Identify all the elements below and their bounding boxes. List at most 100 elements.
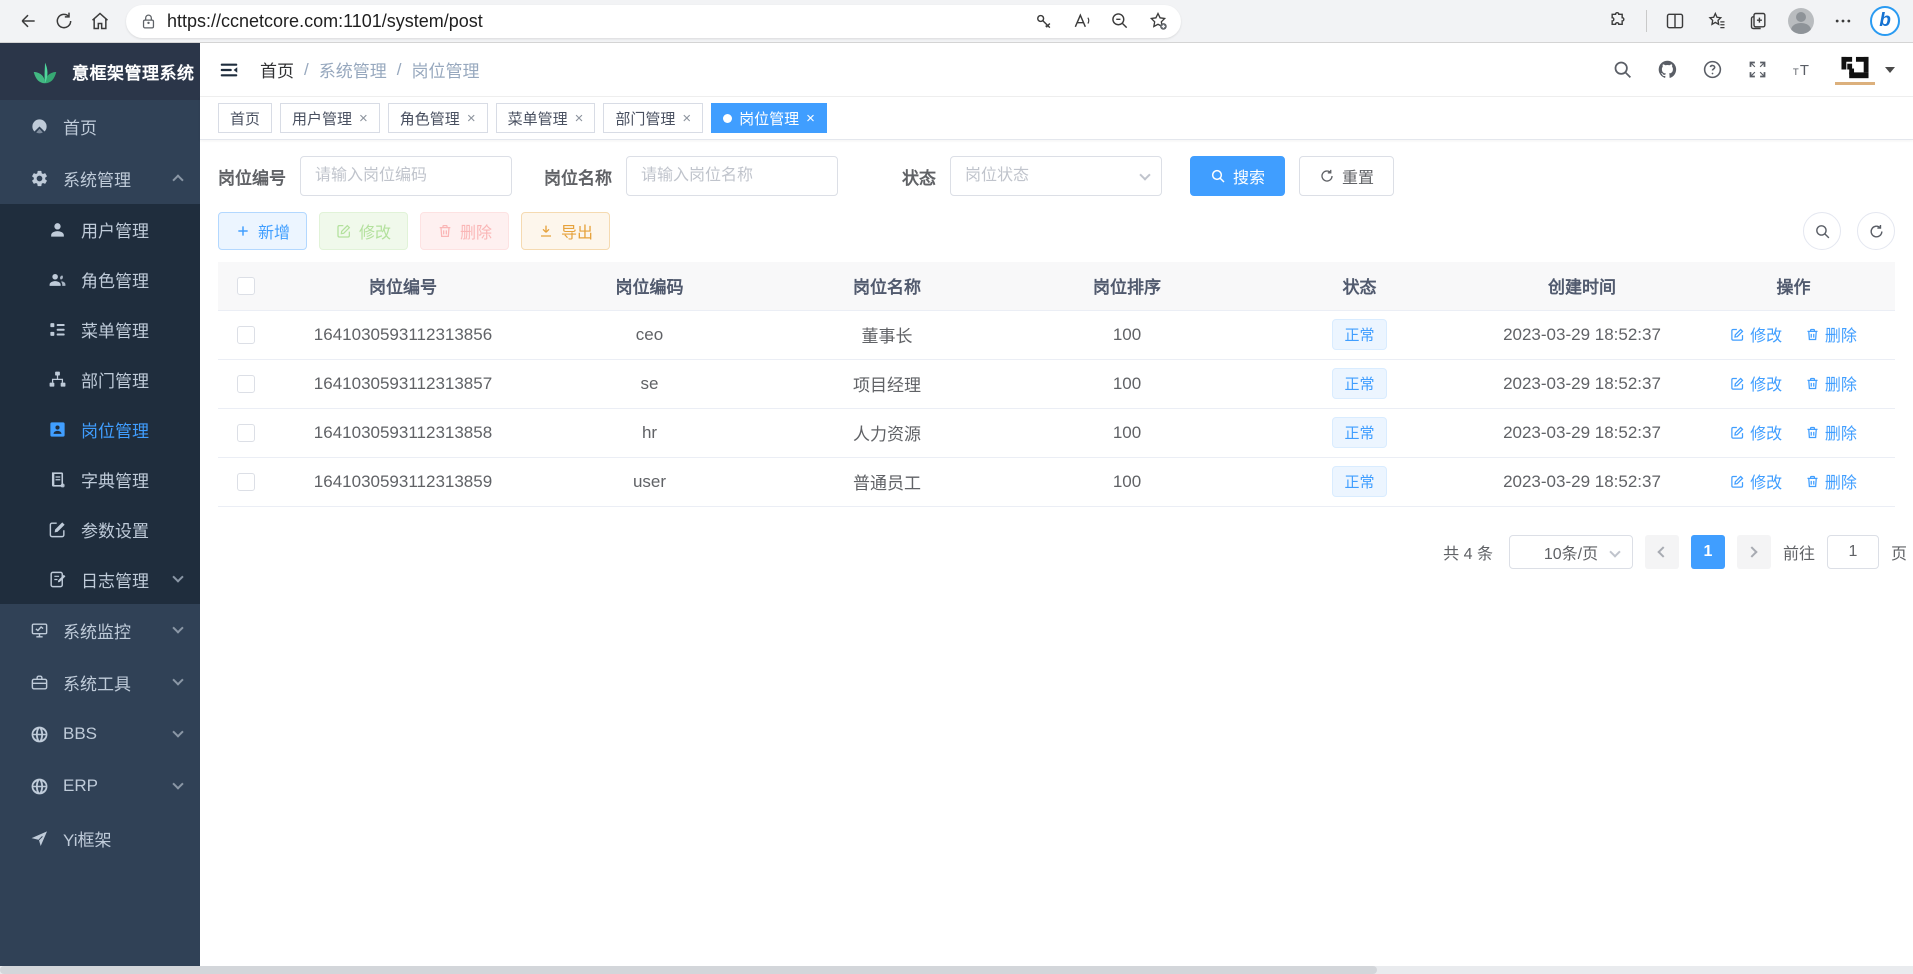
- row-edit-link[interactable]: 修改: [1730, 322, 1782, 346]
- row-edit-link[interactable]: 修改: [1730, 371, 1782, 395]
- page-size-select[interactable]: 10条/页: [1509, 535, 1633, 569]
- row-checkbox[interactable]: [237, 375, 255, 393]
- app-logo[interactable]: 意框架管理系统: [0, 43, 200, 100]
- sidebar-item-role-management[interactable]: 角色管理: [0, 254, 200, 304]
- sidebar-item-dict-management[interactable]: 字典管理: [0, 454, 200, 504]
- user-avatar-menu[interactable]: [1837, 55, 1895, 85]
- prev-page-button[interactable]: [1645, 535, 1679, 569]
- browser-back-button[interactable]: [10, 4, 46, 38]
- sidebar-item-department-management[interactable]: 部门管理: [0, 354, 200, 404]
- fullscreen-icon[interactable]: [1747, 59, 1768, 80]
- split-screen-icon[interactable]: [1657, 4, 1693, 38]
- close-icon[interactable]: ×: [467, 111, 476, 126]
- tree-menu-icon: [48, 320, 67, 339]
- row-delete-link[interactable]: 删除: [1805, 420, 1857, 444]
- close-icon[interactable]: ×: [359, 111, 368, 126]
- tab-menu-management[interactable]: 菜单管理 ×: [496, 103, 596, 133]
- row-checkbox[interactable]: [237, 326, 255, 344]
- help-icon[interactable]: [1702, 59, 1723, 80]
- sidebar-item-user-management[interactable]: 用户管理: [0, 204, 200, 254]
- search-icon: [1210, 168, 1226, 184]
- font-size-icon[interactable]: TT: [1792, 59, 1813, 80]
- sidebar-item-erp[interactable]: ERP: [0, 760, 200, 812]
- sidebar-item-yi-framework[interactable]: Yi框架: [0, 812, 200, 864]
- status-select-input[interactable]: [950, 156, 1162, 196]
- cell-post-id: 1641030593112313856: [274, 310, 532, 359]
- tab-post-management[interactable]: 岗位管理 ×: [711, 103, 827, 133]
- table-row[interactable]: 1641030593112313859 user 普通员工 100 正常 202…: [218, 457, 1895, 506]
- sidebar-item-parameter-settings[interactable]: 参数设置: [0, 504, 200, 554]
- browser-home-button[interactable]: [82, 4, 118, 38]
- favorites-icon[interactable]: [1699, 4, 1735, 38]
- delete-link-label: 删除: [1825, 420, 1857, 444]
- password-key-icon[interactable]: [1027, 4, 1061, 38]
- breadcrumb-system[interactable]: 系统管理: [319, 57, 387, 82]
- page-number-1[interactable]: 1: [1691, 535, 1725, 569]
- row-edit-link[interactable]: 修改: [1730, 469, 1782, 493]
- sidebar-item-system-tools[interactable]: 系统工具: [0, 656, 200, 708]
- tab-label: 用户管理: [292, 108, 352, 129]
- table-row[interactable]: 1641030593112313857 se 项目经理 100 正常 2023-…: [218, 359, 1895, 408]
- log-document-icon: [48, 570, 67, 589]
- select-all-checkbox[interactable]: [237, 277, 255, 295]
- add-button[interactable]: 新增: [218, 212, 307, 250]
- table-row[interactable]: 1641030593112313858 hr 人力资源 100 正常 2023-…: [218, 408, 1895, 457]
- toolbar-divider: [1646, 10, 1647, 32]
- browser-refresh-button[interactable]: [46, 4, 82, 38]
- close-icon[interactable]: ×: [682, 111, 691, 126]
- sidebar-item-post-management[interactable]: 岗位管理: [0, 404, 200, 454]
- row-checkbox[interactable]: [237, 473, 255, 491]
- post-code-input[interactable]: [300, 156, 512, 196]
- sidebar-item-label: 部门管理: [81, 367, 182, 392]
- zoom-out-icon[interactable]: [1103, 4, 1137, 38]
- close-icon[interactable]: ×: [806, 111, 815, 126]
- pagination-total: 共 4 条: [1443, 540, 1493, 564]
- table-row[interactable]: 1641030593112313856 ceo 董事长 100 正常 2023-…: [218, 310, 1895, 359]
- horizontal-scrollbar[interactable]: [0, 966, 1913, 974]
- add-favorite-icon[interactable]: [1141, 4, 1175, 38]
- row-delete-link[interactable]: 删除: [1805, 322, 1857, 346]
- tab-user-management[interactable]: 用户管理 ×: [280, 103, 380, 133]
- more-menu-icon[interactable]: [1825, 4, 1861, 38]
- edit-button-disabled[interactable]: 修改: [319, 212, 408, 250]
- row-delete-link[interactable]: 删除: [1805, 371, 1857, 395]
- export-button[interactable]: 导出: [521, 212, 610, 250]
- collections-icon[interactable]: [1741, 4, 1777, 38]
- row-checkbox[interactable]: [237, 424, 255, 442]
- search-button[interactable]: 搜索: [1190, 156, 1285, 196]
- sidebar-item-home[interactable]: 首页: [0, 100, 200, 152]
- post-name-input[interactable]: [626, 156, 838, 196]
- sidebar-item-log-management[interactable]: 日志管理: [0, 554, 200, 604]
- page-size-value: 10条/页: [1544, 540, 1598, 564]
- show-search-toggle-button[interactable]: [1803, 212, 1841, 250]
- next-page-button[interactable]: [1737, 535, 1771, 569]
- sidebar-collapse-button[interactable]: [218, 59, 240, 81]
- tab-department-management[interactable]: 部门管理 ×: [603, 103, 703, 133]
- header-search-icon[interactable]: [1612, 59, 1633, 80]
- row-edit-link[interactable]: 修改: [1730, 420, 1782, 444]
- read-aloud-icon[interactable]: [1065, 4, 1099, 38]
- extensions-icon[interactable]: [1600, 4, 1636, 38]
- scrollbar-thumb[interactable]: [0, 966, 1377, 974]
- close-icon[interactable]: ×: [575, 111, 584, 126]
- reset-button[interactable]: 重置: [1299, 156, 1394, 196]
- sidebar-item-system-monitor[interactable]: 系统监控: [0, 604, 200, 656]
- profile-avatar[interactable]: [1783, 4, 1819, 38]
- goto-page-input[interactable]: [1827, 535, 1879, 569]
- tab-home[interactable]: 首页: [218, 103, 272, 133]
- row-delete-link[interactable]: 删除: [1805, 469, 1857, 493]
- sidebar-item-menu-management[interactable]: 菜单管理: [0, 304, 200, 354]
- avatar-icon: [1788, 8, 1814, 34]
- address-bar[interactable]: https://ccnetcore.com:1101/system/post: [126, 5, 1181, 38]
- tab-role-management[interactable]: 角色管理 ×: [388, 103, 488, 133]
- status-select[interactable]: [950, 156, 1162, 196]
- breadcrumb-home[interactable]: 首页: [260, 57, 294, 82]
- github-icon[interactable]: [1657, 59, 1678, 80]
- url-text[interactable]: https://ccnetcore.com:1101/system/post: [167, 11, 1027, 32]
- sidebar-item-system-management[interactable]: 系统管理: [0, 152, 200, 204]
- lock-icon[interactable]: [140, 13, 157, 30]
- sidebar-item-bbs[interactable]: BBS: [0, 708, 200, 760]
- edge-copilot-bing-icon[interactable]: b: [1867, 4, 1903, 38]
- refresh-table-button[interactable]: [1857, 212, 1895, 250]
- delete-button-disabled[interactable]: 删除: [420, 212, 509, 250]
